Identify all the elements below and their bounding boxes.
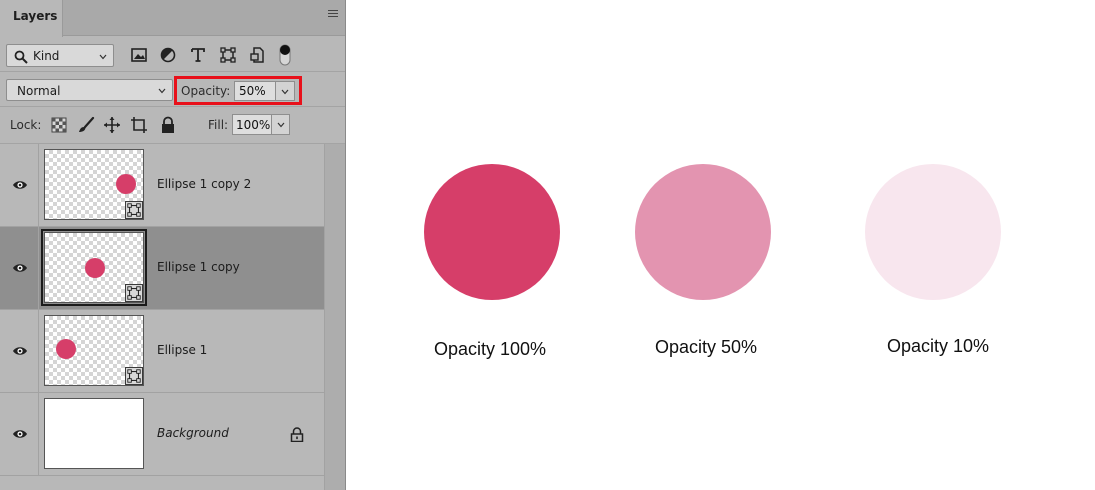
chevron-down-icon (99, 53, 107, 61)
caption-opacity-50: Opacity 50% (655, 337, 758, 357)
ellipse-preview (85, 258, 105, 278)
layer-thumbnail (41, 229, 147, 306)
eye-icon (13, 264, 27, 272)
lock-icon (290, 427, 304, 442)
type-layer-filter-icon[interactable] (189, 46, 207, 64)
caption-opacity-10: Opacity 10% (887, 336, 990, 356)
chevron-down-icon (281, 88, 289, 96)
layer-thumbnail (44, 315, 144, 386)
shape-layer-badge-icon (125, 367, 143, 385)
lock-image-pixels-brush-icon[interactable] (77, 116, 95, 134)
opacity-100-circle (424, 164, 560, 300)
opacity-50-circle (635, 164, 771, 300)
visibility-toggle[interactable] (0, 310, 39, 392)
opacity-highlight-box: Opacity: 50% (174, 76, 302, 105)
chevron-down-icon (158, 87, 166, 95)
eye-icon (13, 430, 27, 438)
visibility-toggle[interactable] (0, 393, 39, 475)
opacity-label: Opacity: (181, 84, 231, 98)
layer-row-selected[interactable]: Ellipse 1 copy (0, 227, 324, 310)
layer-name: Background (157, 426, 229, 440)
fill-dropdown-button[interactable] (272, 114, 290, 135)
layer-row[interactable]: Ellipse 1 copy 2 (0, 144, 324, 227)
blend-mode-select[interactable]: Normal (6, 79, 173, 101)
chevron-down-icon (277, 121, 285, 129)
lock-artboard-crop-icon[interactable] (130, 116, 148, 134)
fill-input[interactable]: 100% (232, 114, 272, 135)
visibility-toggle[interactable] (0, 227, 39, 309)
layer-row[interactable]: Ellipse 1 (0, 310, 324, 393)
layer-list: Ellipse 1 copy 2 Ellipse 1 copy Ellipse … (0, 144, 324, 490)
opacity-10-circle (865, 164, 1001, 300)
layer-name: Ellipse 1 copy (157, 260, 240, 274)
opacity-input[interactable]: 50% (234, 81, 276, 101)
adjustment-layer-filter-icon[interactable] (159, 46, 177, 64)
eye-icon (13, 347, 27, 355)
layer-name: Ellipse 1 copy 2 (157, 177, 252, 191)
blend-mode-value: Normal (17, 84, 61, 98)
layer-thumbnail (44, 398, 144, 469)
layers-panel: Layers Kind Normal Opacity: 50% Lock: Fi… (0, 0, 346, 490)
lock-all-icon[interactable] (159, 116, 177, 134)
smart-object-filter-icon[interactable] (249, 46, 267, 64)
opacity-dropdown-button[interactable] (276, 81, 295, 101)
ellipse-preview (116, 174, 136, 194)
layer-list-scrollbar[interactable] (324, 144, 345, 490)
shape-layer-badge-icon (125, 201, 143, 219)
layer-thumbnail (44, 149, 144, 220)
tab-layers[interactable]: Layers (0, 0, 63, 37)
caption-opacity-100: Opacity 100% (434, 339, 547, 359)
lock-row: Lock: Fill: 100% (0, 107, 345, 144)
visibility-toggle[interactable] (0, 144, 39, 226)
panel-menu-icon[interactable] (328, 10, 338, 19)
layer-name: Ellipse 1 (157, 343, 208, 357)
blend-row: Normal Opacity: 50% (0, 72, 345, 107)
ellipse-preview (56, 339, 76, 359)
lock-label: Lock: (10, 118, 42, 132)
filter-row: Kind (0, 37, 345, 72)
lock-position-move-icon[interactable] (103, 116, 121, 134)
search-icon (14, 50, 28, 64)
shape-layer-badge-icon (125, 284, 143, 302)
pixel-layer-filter-icon[interactable] (130, 46, 148, 64)
filter-toggle-icon[interactable] (278, 43, 292, 67)
lock-transparent-pixels-icon[interactable] (50, 116, 68, 134)
kind-filter-select[interactable]: Kind (6, 44, 114, 67)
layer-row-background[interactable]: Background (0, 393, 324, 476)
fill-label: Fill: (208, 118, 229, 132)
eye-icon (13, 181, 27, 189)
panel-tab-bar: Layers (0, 0, 345, 37)
shape-layer-filter-icon[interactable] (219, 46, 237, 64)
kind-filter-label: Kind (33, 49, 60, 63)
